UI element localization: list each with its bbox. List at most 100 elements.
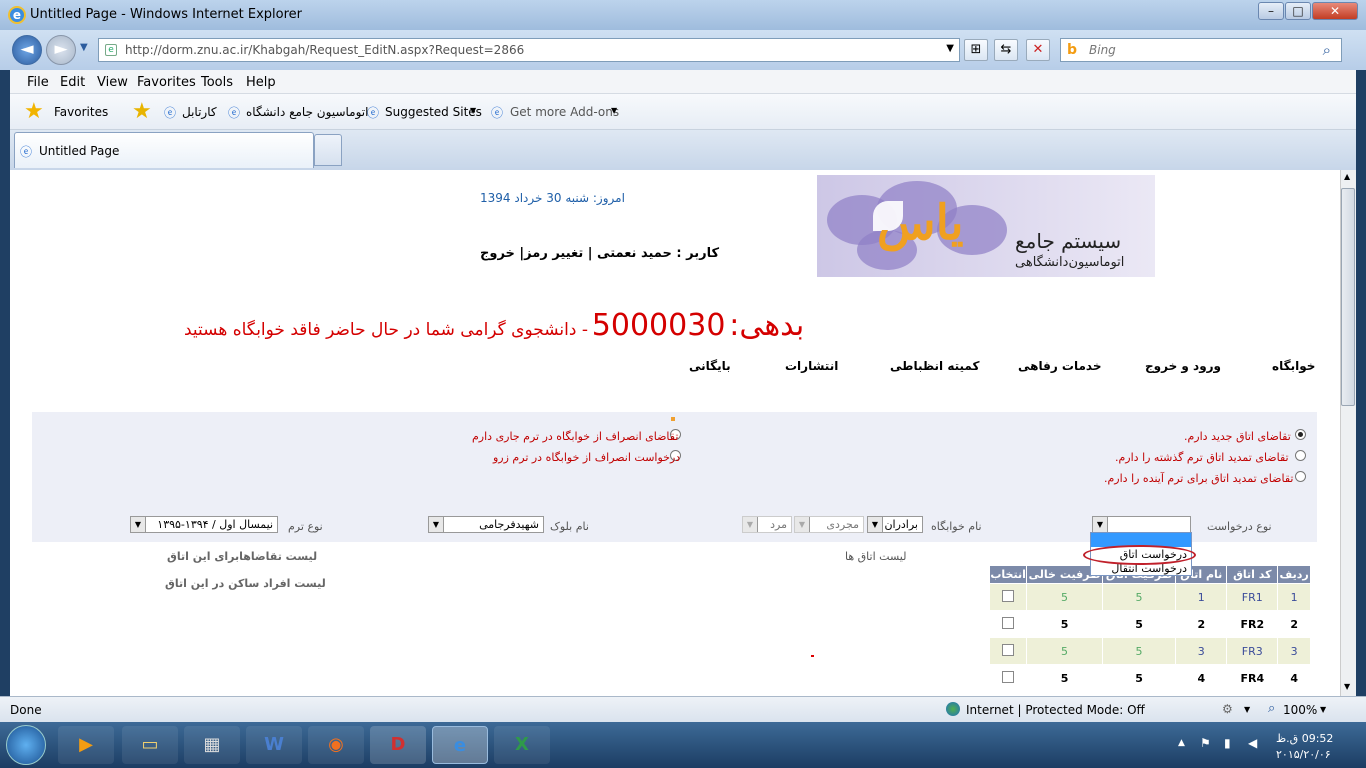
nav-archive[interactable]: بایگانی [689, 359, 731, 373]
fav-link-automation[interactable]: اتوماسیون جامع دانشگاه [246, 105, 368, 119]
explorer-icon[interactable]: ▭ [122, 726, 178, 764]
user-links[interactable]: کاربر : حمید نعمتی | تغییر رمز| خروج [480, 246, 719, 261]
bing-icon: b [1067, 42, 1078, 58]
refresh-icon[interactable]: ⇆ [994, 39, 1018, 61]
compatibility-view-icon[interactable]: ⊞ [964, 39, 988, 61]
new-tab-button[interactable] [314, 134, 342, 166]
logo-title: سیستم جامع [1015, 229, 1122, 253]
chevron-down-icon[interactable]: ▼ [743, 517, 758, 532]
chevron-down-icon[interactable]: ▼ [795, 517, 810, 532]
url-text[interactable]: http://dorm.znu.ac.ir/Khabgah/Request_Ed… [125, 43, 524, 57]
ie-page-icon: ⓔ [164, 106, 177, 120]
nav-entry-exit[interactable]: ورود و خروج [1145, 359, 1221, 373]
ie-taskbar-icon[interactable]: e [432, 726, 488, 764]
chevron-down-icon[interactable]: ▼ [1320, 705, 1326, 714]
history-dropdown-icon[interactable]: ▼ [80, 42, 88, 53]
maximize-button[interactable]: □ [1285, 2, 1311, 20]
chevron-down-icon[interactable]: ▼ [1244, 705, 1250, 714]
option-extend-next[interactable]: تقاضای تمدید اتاق برای ترم آینده را دارم… [1104, 472, 1293, 485]
dorm-name-select[interactable]: ▼ برادران [867, 516, 923, 533]
option-cancel-term[interactable]: درخواست انصراف از خوابگاه در ترم زرو [493, 451, 680, 464]
settings-icon[interactable]: ⚙ [1222, 702, 1233, 716]
col-header-row: ردیف [1277, 565, 1311, 584]
start-button[interactable] [6, 725, 46, 765]
select-cell[interactable] [988, 637, 1028, 665]
block-select[interactable]: ▼ شهیدفرجامی [428, 516, 544, 533]
volume-icon[interactable]: ◀ [1248, 736, 1257, 750]
media-player-icon[interactable]: ▶ [58, 726, 114, 764]
action-center-icon[interactable]: ⚑ [1200, 736, 1211, 750]
minimize-button[interactable]: – [1258, 2, 1284, 20]
room-checkbox[interactable] [1002, 616, 1015, 629]
menu-file[interactable]: File [27, 75, 49, 90]
zoom-level[interactable]: 100% [1283, 703, 1317, 717]
free-capacity-cell: 5 [1026, 664, 1103, 692]
clock-time[interactable]: 09:52 ق.ظ [1276, 732, 1333, 745]
chevron-down-icon[interactable]: ▼ [470, 106, 476, 115]
search-icon[interactable]: ⌕ [1323, 41, 1331, 59]
word-icon[interactable]: W [246, 726, 302, 764]
gender-select[interactable]: ▼ مرد [742, 516, 792, 533]
stop-icon[interactable]: ✕ [1026, 39, 1050, 61]
app-d-icon[interactable]: D [370, 726, 426, 764]
add-favorite-icon[interactable]: ★ [132, 99, 152, 124]
back-button[interactable]: ◄ [12, 35, 42, 65]
room-checkbox[interactable] [1002, 643, 1015, 656]
option-cancel-current[interactable]: تقاضای انصراف از خوابگاه در ترم جاری دار… [472, 430, 678, 443]
menu-tools[interactable]: Tools [201, 75, 233, 90]
dorm-name-label: نام خوابگاه [931, 520, 982, 533]
scrollbar-thumb[interactable] [1341, 188, 1355, 406]
search-placeholder[interactable]: Bing [1089, 43, 1116, 57]
chevron-down-icon[interactable]: ▼ [611, 106, 617, 115]
select-cell[interactable] [988, 610, 1028, 638]
menu-favorites[interactable]: Favorites [137, 75, 196, 90]
clock-date[interactable]: ۲۰۱۵/۲۰/۰۶ [1276, 748, 1331, 761]
chevron-down-icon[interactable]: ▼ [1093, 517, 1108, 532]
calculator-icon[interactable]: ▦ [184, 726, 240, 764]
radio-extend-last[interactable] [1295, 450, 1306, 461]
nav-dormitory[interactable]: خوابگاه [1272, 359, 1315, 373]
scroll-up-icon[interactable]: ▲ [1344, 172, 1350, 181]
firefox-icon[interactable]: ◉ [308, 726, 364, 764]
fav-link-kartabl[interactable]: کارتابل [182, 105, 217, 119]
room-checkbox[interactable] [1002, 670, 1015, 683]
network-icon[interactable]: ▮ [1224, 736, 1231, 750]
address-bar[interactable]: e http://dorm.znu.ac.ir/Khabgah/Request_… [98, 38, 960, 62]
security-zone[interactable]: Internet | Protected Mode: Off [966, 703, 1145, 717]
option-new-room[interactable]: تقاضای اتاق جدید دارم. [1184, 430, 1291, 443]
select-cell[interactable] [988, 664, 1028, 692]
term-select[interactable]: ▼ نیمسال اول / ۱۳۹۴-۱۳۹۵ [130, 516, 278, 533]
nav-publications[interactable]: انتشارات [785, 359, 838, 373]
address-dropdown-icon[interactable]: ▼ [946, 43, 954, 54]
nav-discipline[interactable]: کمیته انظباطی [890, 359, 979, 373]
chevron-down-icon[interactable]: ▼ [868, 517, 883, 532]
menu-view[interactable]: View [97, 75, 128, 90]
favorites-star-icon[interactable]: ★ [24, 99, 44, 124]
chevron-down-icon[interactable]: ▼ [429, 517, 444, 532]
room-checkbox[interactable] [1002, 589, 1015, 602]
chevron-down-icon[interactable]: ▼ [131, 517, 146, 532]
select-cell[interactable] [988, 583, 1028, 611]
close-button[interactable]: ✕ [1312, 2, 1358, 20]
tray-expand-icon[interactable]: ▲ [1178, 738, 1185, 748]
request-type-select[interactable]: ▼ [1092, 516, 1191, 533]
nav-welfare[interactable]: خدمات رفاهی [1018, 359, 1101, 373]
favorites-button[interactable]: Favorites [54, 105, 108, 119]
fav-link-suggested-sites[interactable]: Suggested Sites [385, 105, 482, 119]
tab-title[interactable]: Untitled Page [39, 144, 119, 158]
scroll-down-icon[interactable]: ▼ [1344, 682, 1350, 691]
radio-new-room[interactable] [1295, 429, 1306, 440]
option-extend-last[interactable]: تقاضای تمدید اتاق ترم گذشته را دارم. [1115, 451, 1289, 464]
zoom-icon[interactable]: ⌕ [1268, 701, 1275, 716]
search-box[interactable]: b Bing ⌕ [1060, 38, 1342, 62]
tab-untitled-page[interactable]: ⓔ Untitled Page [14, 132, 314, 168]
marital-select[interactable]: ▼ مجردی [794, 516, 864, 533]
menu-edit[interactable]: Edit [60, 75, 85, 90]
forward-button[interactable]: ► [46, 35, 76, 65]
window-title: Untitled Page - Windows Internet Explore… [30, 7, 303, 22]
menu-help[interactable]: Help [246, 75, 276, 90]
dorm-name-value: برادران [884, 518, 918, 531]
radio-extend-next[interactable] [1295, 471, 1306, 482]
excel-icon[interactable]: X [494, 726, 550, 764]
fav-link-addons[interactable]: Get more Add-ons [510, 105, 619, 119]
